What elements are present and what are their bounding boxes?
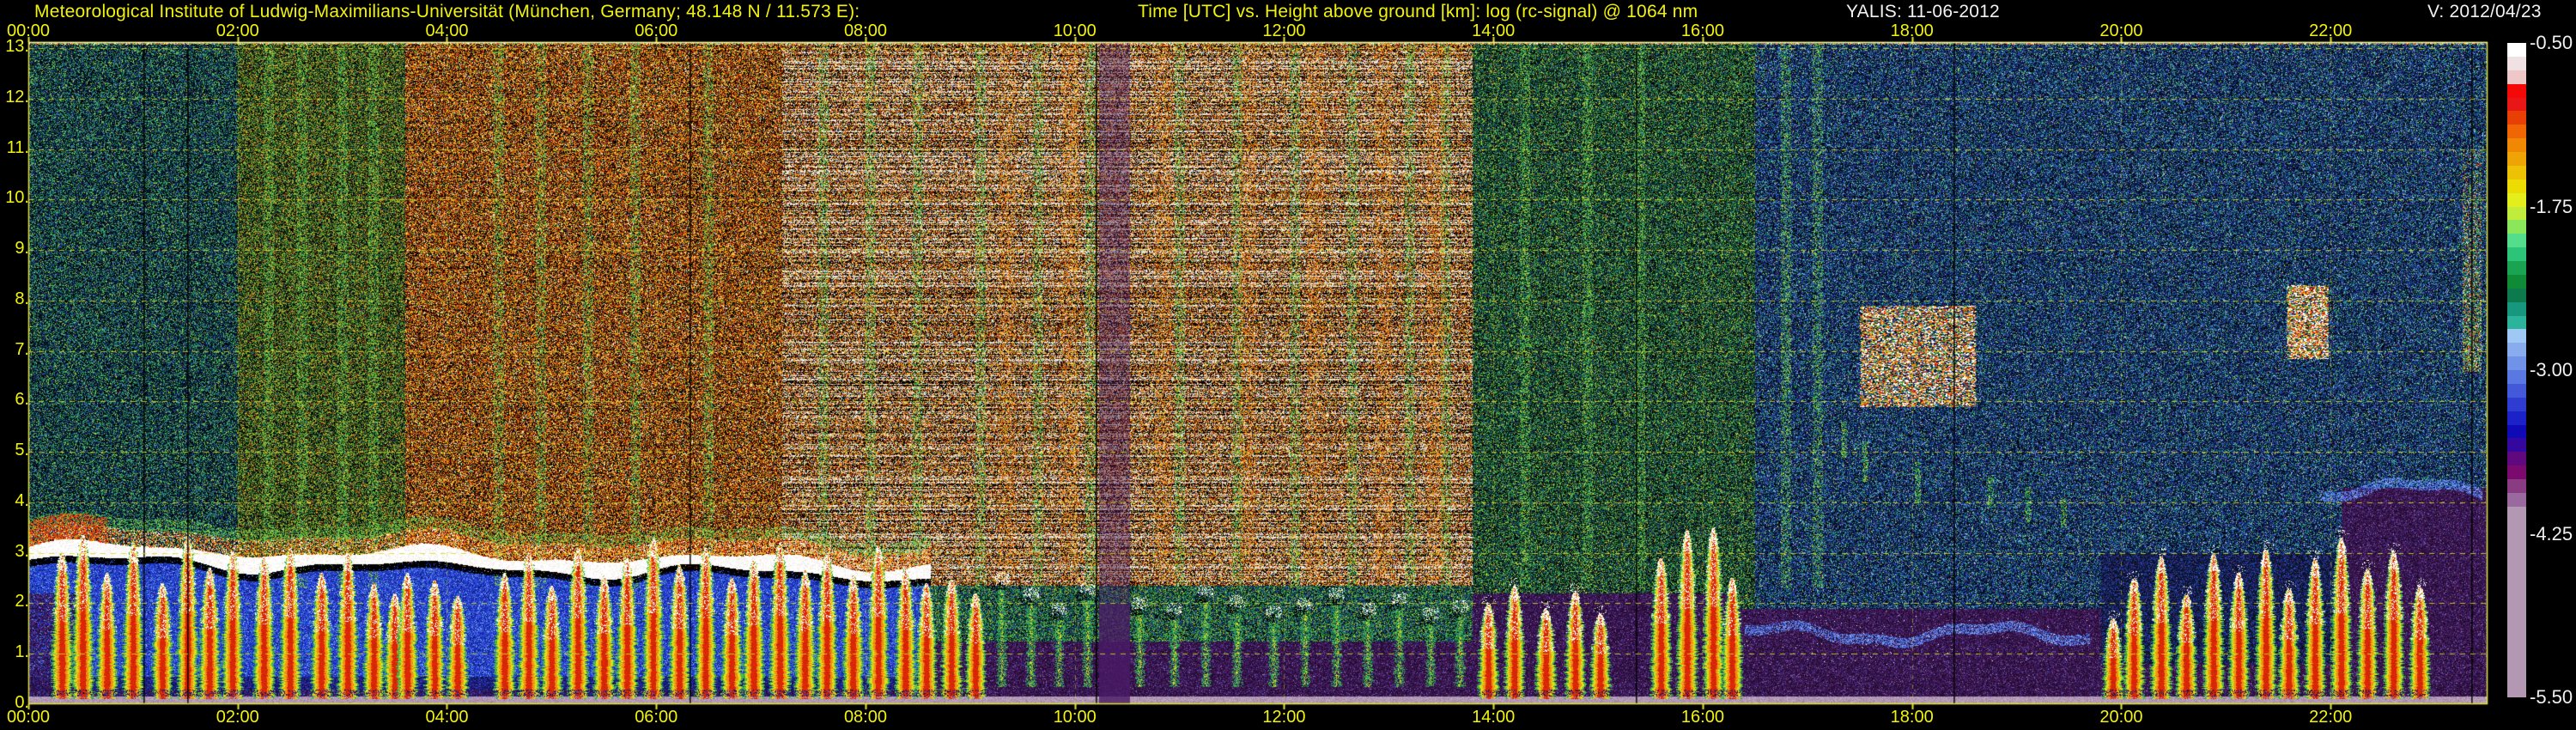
colorbar-step xyxy=(2507,206,2526,221)
colorbar-step xyxy=(2507,465,2526,479)
colorbar-step xyxy=(2507,370,2526,384)
x-tick-label: 22:00 xyxy=(2309,21,2353,40)
y-tick-label: 1. xyxy=(15,642,29,662)
colorbar-step xyxy=(2507,220,2526,234)
y-tick-label: 13. xyxy=(5,36,29,56)
x-tick-label: 20:00 xyxy=(2099,708,2143,727)
colorbar-step xyxy=(2507,383,2526,398)
x-tick-label: 04:00 xyxy=(425,21,469,40)
colorbar-step xyxy=(2507,125,2526,139)
colorbar-step xyxy=(2507,111,2526,125)
colorbar-step xyxy=(2507,56,2526,70)
y-tick-label: 3. xyxy=(15,541,29,561)
colorbar-step xyxy=(2507,356,2526,370)
x-tick-label: 22:00 xyxy=(2309,708,2353,727)
colorbar-step xyxy=(2507,43,2526,57)
colorbar-step xyxy=(2507,261,2526,275)
colorbar-step xyxy=(2507,138,2526,152)
colorbar-step xyxy=(2507,192,2526,207)
colorbar-step xyxy=(2507,301,2526,316)
x-tick-label: 10:00 xyxy=(1053,21,1097,40)
x-tick-label: 16:00 xyxy=(1680,708,1724,727)
colorbar-tick-label: -1.75 xyxy=(2530,195,2573,217)
colorbar-step xyxy=(2507,97,2526,112)
colorbar-tick-label: -4.25 xyxy=(2530,522,2573,544)
x-tick-label: 08:00 xyxy=(843,708,887,727)
colorbar-step xyxy=(2507,83,2526,98)
x-tick-label: 12:00 xyxy=(1262,708,1306,727)
colorbar-step xyxy=(2507,234,2526,248)
x-tick-label: 02:00 xyxy=(216,21,259,40)
colorbar-step xyxy=(2507,438,2526,453)
x-tick-label: 20:00 xyxy=(2099,21,2143,40)
x-tick-label: 06:00 xyxy=(635,708,678,727)
y-tick-label: 0. xyxy=(15,693,29,712)
y-tick-label: 5. xyxy=(15,441,29,460)
colorbar xyxy=(2507,43,2526,697)
colorbar-step xyxy=(2507,274,2526,289)
colorbar-step xyxy=(2507,479,2526,493)
lidar-heatmap-canvas xyxy=(0,0,2576,730)
x-tick-label: 14:00 xyxy=(1472,21,1516,40)
x-tick-label: 10:00 xyxy=(1053,708,1097,727)
x-tick-label: 12:00 xyxy=(1262,21,1306,40)
colorbar-step xyxy=(2507,397,2526,411)
y-tick-label: 11. xyxy=(6,137,29,157)
y-tick-label: 2. xyxy=(15,592,29,611)
colorbar-tick-label: -5.50 xyxy=(2530,686,2573,708)
y-tick-label: 9. xyxy=(15,239,29,259)
colorbar-step xyxy=(2507,152,2526,166)
x-tick-label: 18:00 xyxy=(1890,708,1934,727)
x-tick-label: 02:00 xyxy=(216,708,259,727)
x-tick-label: 08:00 xyxy=(843,21,887,40)
x-tick-label: 16:00 xyxy=(1680,21,1724,40)
lidar-quicklook-screen: Meteorological Institute of Ludwig-Maxim… xyxy=(0,0,2576,730)
x-tick-label: 04:00 xyxy=(425,708,469,727)
colorbar-tick-label: -0.50 xyxy=(2530,32,2573,53)
colorbar-step xyxy=(2507,70,2526,84)
y-tick-label: 7. xyxy=(15,339,29,359)
colorbar-step xyxy=(2507,288,2526,302)
colorbar-step xyxy=(2507,247,2526,261)
colorbar-step xyxy=(2507,492,2526,507)
colorbar-step xyxy=(2507,452,2526,466)
x-tick-label: 06:00 xyxy=(635,21,678,40)
colorbar-step xyxy=(2507,506,2526,697)
colorbar-step xyxy=(2507,179,2526,193)
y-tick-label: 12. xyxy=(5,87,29,106)
y-tick-label: 6. xyxy=(15,390,29,410)
colorbar-step xyxy=(2507,329,2526,344)
x-tick-label: 14:00 xyxy=(1472,708,1516,727)
y-tick-label: 4. xyxy=(15,490,29,510)
y-tick-label: 8. xyxy=(15,289,29,308)
colorbar-step xyxy=(2507,343,2526,357)
colorbar-step xyxy=(2507,165,2526,179)
colorbar-tick-label: -3.00 xyxy=(2530,359,2573,380)
colorbar-step xyxy=(2507,315,2526,330)
x-tick-label: 18:00 xyxy=(1890,21,1934,40)
colorbar-step xyxy=(2507,411,2526,425)
y-tick-label: 10. xyxy=(5,188,29,208)
colorbar-step xyxy=(2507,424,2526,439)
